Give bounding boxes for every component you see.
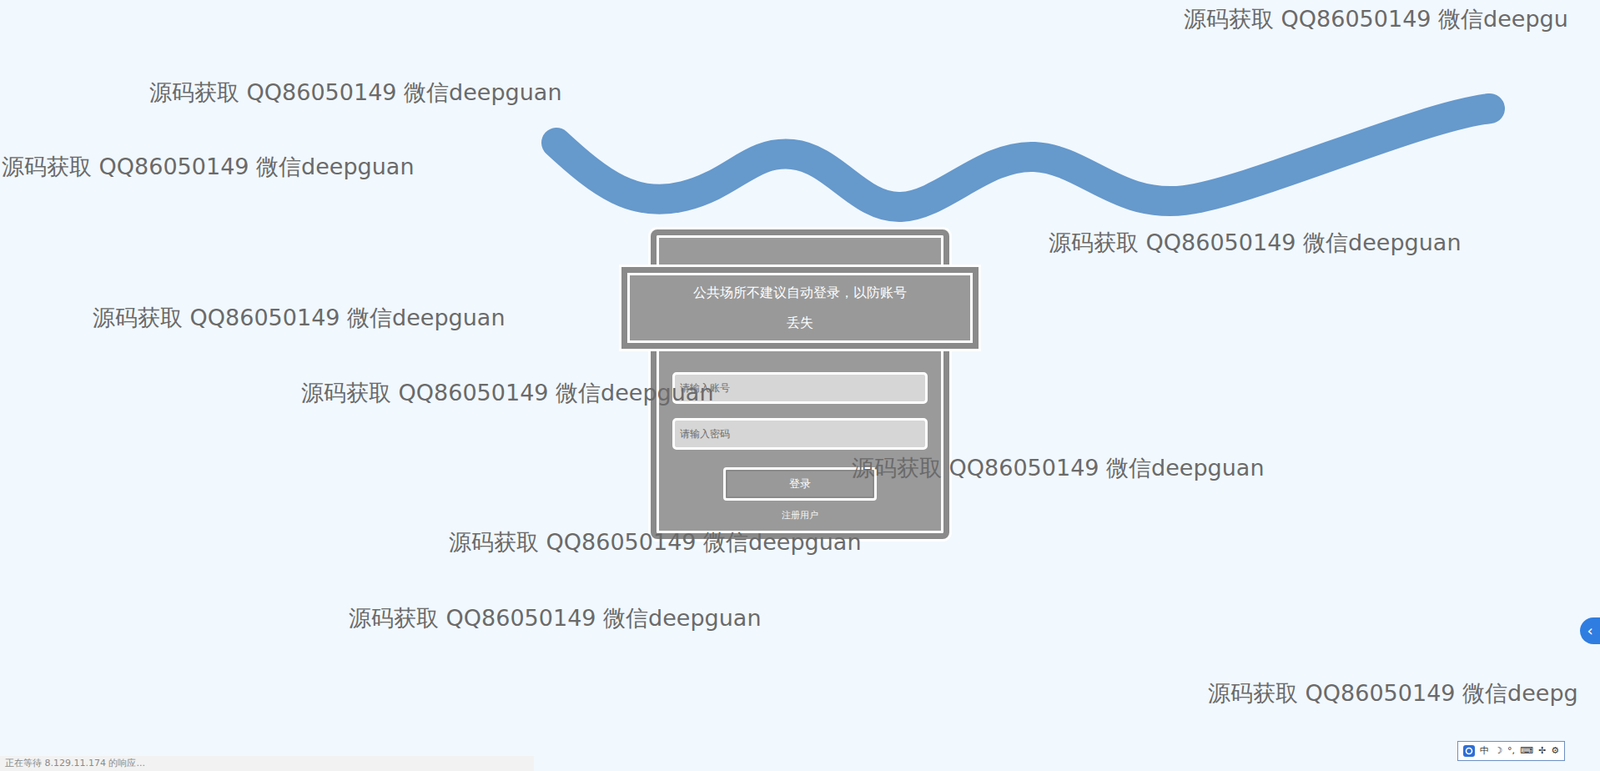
login-page: 公共场所不建议自动登录，以防账号丢失登录注册用户源码获取 QQ86050149 … — [0, 0, 1600, 771]
chevron-left-icon: ‹ — [1586, 623, 1593, 639]
password-input[interactable] — [674, 420, 926, 448]
login-notice: 公共场所不建议自动登录，以防账号丢失 — [621, 266, 979, 349]
account-input[interactable] — [674, 374, 926, 402]
watermark: 源码获取 QQ86050149 微信deepgu — [1183, 5, 1569, 34]
watermark: 源码获取 QQ86050149 微信deepg — [1207, 679, 1579, 708]
watermark: 源码获取 QQ86050149 微信deepguan — [448, 528, 862, 557]
watermark: 源码获取 QQ86050149 微信deepguan — [92, 303, 506, 333]
status-bar: 正在等待 8.129.11.174 的响应... — [0, 755, 534, 771]
ime-button[interactable]: ✢ — [1538, 744, 1546, 758]
watermark: 源码获取 QQ86050149 微信deepguan — [149, 78, 563, 107]
ime-logo-icon[interactable] — [1463, 744, 1475, 757]
watermark: 源码获取 QQ86050149 微信deepguan — [348, 603, 762, 633]
login-card: 公共场所不建议自动登录，以防账号丢失登录注册用户 — [650, 229, 950, 539]
ime-toolbar: 中 ☽ °, ⌨ ✢ ⚙ — [1457, 740, 1565, 761]
ime-button[interactable]: ☽ — [1494, 744, 1503, 758]
watermark: 源码获取 QQ86050149 微信deepguan — [301, 378, 715, 408]
register-link[interactable]: 注册用户 — [781, 508, 819, 522]
ime-button[interactable]: ⚙ — [1550, 744, 1560, 758]
ime-button[interactable]: 中 — [1479, 744, 1490, 758]
ime-button[interactable]: °, — [1507, 744, 1515, 758]
password-field[interactable] — [672, 417, 928, 450]
watermark: 源码获取 QQ86050149 微信deepguan — [1, 152, 415, 182]
login-button[interactable]: 登录 — [723, 467, 877, 501]
side-tab[interactable]: ‹ — [1579, 617, 1600, 645]
watermark: 源码获取 QQ86050149 微信deepguan — [851, 453, 1265, 483]
watermark: 源码获取 QQ86050149 微信deepguan — [1048, 228, 1462, 257]
ime-button[interactable]: ⌨ — [1519, 744, 1534, 758]
account-field[interactable] — [672, 372, 928, 404]
